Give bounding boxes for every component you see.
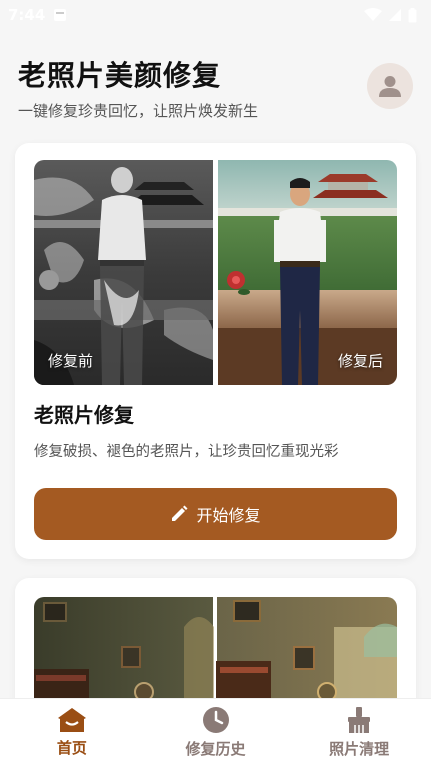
- clock-icon: [202, 707, 229, 733]
- status-left: 7:44: [8, 6, 67, 24]
- user-icon: [379, 76, 401, 97]
- after-label: 修复后: [337, 352, 383, 370]
- battery-icon: [408, 7, 417, 22]
- nav-item-home[interactable]: 首页: [0, 699, 144, 766]
- card-description: 修复破损、褪色的老照片，让珍贵回忆重现光彩: [34, 444, 339, 460]
- nav-item-history[interactable]: 修复历史: [144, 699, 288, 766]
- before-after-comparison: 修复前 修复后: [34, 160, 397, 385]
- restore-card: 修复前 修复后 老照片修复 修复破损、褪色的老照片，让珍贵回忆重现光彩 开始修复: [15, 143, 416, 559]
- before-label: 修复前: [48, 352, 94, 370]
- start-restore-button[interactable]: 开始修复: [34, 488, 397, 540]
- page-title: 老照片美颜修复: [18, 59, 222, 92]
- page-subtitle: 一键修复珍贵回忆，让照片焕发新生: [18, 102, 259, 120]
- header: 老照片美颜修复 一键修复珍贵回忆，让照片焕发新生: [0, 30, 431, 135]
- status-time: 7:44: [8, 6, 46, 24]
- notification-icon: [54, 9, 67, 21]
- home-icon: [57, 708, 86, 732]
- nav-label-cleanup: 照片清理: [329, 740, 390, 758]
- nav-label-history: 修复历史: [185, 740, 246, 758]
- avatar[interactable]: [367, 63, 413, 109]
- broom-icon: [348, 707, 371, 733]
- signal-icon: [389, 9, 401, 21]
- wifi-icon: [364, 8, 382, 21]
- bottom-nav: 首页 修复历史 照片清理: [0, 698, 431, 766]
- nav-label-home: 首页: [56, 739, 87, 757]
- start-restore-label: 开始修复: [196, 506, 261, 525]
- pencil-icon: [172, 505, 188, 521]
- nav-item-cleanup[interactable]: 照片清理: [287, 699, 431, 766]
- card-title: 老照片修复: [34, 403, 134, 427]
- status-bar: 7:44: [0, 0, 431, 30]
- status-right: [364, 7, 417, 23]
